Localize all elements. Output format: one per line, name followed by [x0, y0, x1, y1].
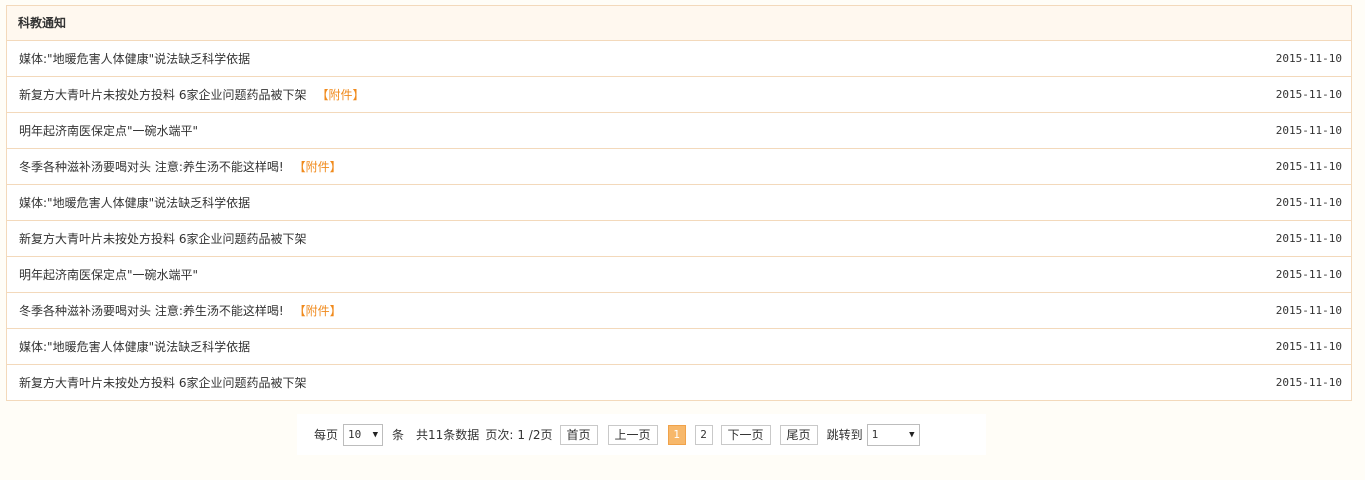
notice-date: 2015-11-10: [1275, 340, 1342, 353]
jump-page-value: 1: [871, 428, 879, 441]
notice-title-link[interactable]: 媒体:"地暖危害人体健康"说法缺乏科学依据: [19, 196, 250, 210]
jump-page-select[interactable]: 1 ▼: [866, 423, 920, 446]
notice-title-link[interactable]: 新复方大青叶片未按处方投料 6家企业问题药品被下架: [19, 376, 306, 390]
per-page-label: 每页: [314, 428, 339, 442]
page-number-2[interactable]: 2: [694, 424, 713, 445]
page-number-1[interactable]: 1: [667, 424, 686, 445]
last-page-button[interactable]: 尾页: [779, 424, 818, 445]
notice-row[interactable]: 媒体:"地暖危害人体健康"说法缺乏科学依据 2015-11-10: [7, 185, 1351, 221]
notice-date: 2015-11-10: [1275, 160, 1342, 173]
notice-title-link[interactable]: 新复方大青叶片未按处方投料 6家企业问题药品被下架: [19, 232, 306, 246]
notice-row[interactable]: 媒体:"地暖危害人体健康"说法缺乏科学依据 2015-11-10: [7, 329, 1351, 365]
notice-row[interactable]: 新复方大青叶片未按处方投料 6家企业问题药品被下架 2015-11-10: [7, 365, 1351, 400]
notice-row[interactable]: 明年起济南医保定点"一碗水端平" 2015-11-10: [7, 257, 1351, 293]
notice-date: 2015-11-10: [1275, 232, 1342, 245]
notice-date: 2015-11-10: [1275, 124, 1342, 137]
notice-row[interactable]: 明年起济南医保定点"一碗水端平" 2015-11-10: [7, 113, 1351, 149]
page-info-label: 页次:: [485, 428, 514, 442]
notice-title-link[interactable]: 媒体:"地暖危害人体健康"说法缺乏科学依据: [19, 52, 250, 66]
page-info-value: 1 /2页: [517, 428, 553, 442]
first-page-button[interactable]: 首页: [559, 424, 598, 445]
notice-title-link[interactable]: 新复方大青叶片未按处方投料 6家企业问题药品被下架: [19, 88, 306, 102]
notice-title-link[interactable]: 媒体:"地暖危害人体健康"说法缺乏科学依据: [19, 340, 250, 354]
notice-row[interactable]: 新复方大青叶片未按处方投料 6家企业问题药品被下架 2015-11-10: [7, 221, 1351, 257]
next-page-button[interactable]: 下一页: [720, 424, 771, 445]
notice-date: 2015-11-10: [1275, 196, 1342, 209]
pagination-bar: 每页 10 ▼ 条 共11条数据 页次: 1 /2页 首页 上一页 1 2 下一…: [297, 414, 986, 455]
jump-to-label: 跳转到: [826, 428, 863, 442]
attachment-link[interactable]: 【附件】: [294, 160, 342, 174]
notice-row[interactable]: 新复方大青叶片未按处方投料 6家企业问题药品被下架 【附件】 2015-11-10: [7, 77, 1351, 113]
triangle-down-icon: ▼: [372, 429, 379, 440]
notice-title-link[interactable]: 明年起济南医保定点"一碗水端平": [19, 124, 198, 138]
notice-date: 2015-11-10: [1275, 304, 1342, 317]
notice-row[interactable]: 冬季各种滋补汤要喝对头 注意:养生汤不能这样喝! 【附件】 2015-11-10: [7, 293, 1351, 329]
triangle-down-icon: ▼: [909, 429, 915, 440]
per-page-value: 10: [348, 428, 362, 441]
attachment-link[interactable]: 【附件】: [316, 88, 364, 102]
per-page-select[interactable]: 10 ▼: [343, 423, 384, 446]
notice-title-link[interactable]: 冬季各种滋补汤要喝对头 注意:养生汤不能这样喝!: [19, 160, 284, 174]
notice-row[interactable]: 冬季各种滋补汤要喝对头 注意:养生汤不能这样喝! 【附件】 2015-11-10: [7, 149, 1351, 185]
notice-date: 2015-11-10: [1275, 376, 1342, 389]
notice-title-link[interactable]: 明年起济南医保定点"一碗水端平": [19, 268, 198, 282]
notice-date: 2015-11-10: [1275, 268, 1342, 281]
notice-title-link[interactable]: 冬季各种滋补汤要喝对头 注意:养生汤不能这样喝!: [19, 304, 284, 318]
notice-row[interactable]: 媒体:"地暖危害人体健康"说法缺乏科学依据 2015-11-10: [7, 41, 1351, 77]
panel-title: 科教通知: [7, 6, 1351, 41]
attachment-link[interactable]: 【附件】: [294, 304, 342, 318]
per-page-unit: 条: [392, 428, 405, 442]
notice-date: 2015-11-10: [1275, 88, 1342, 101]
notice-list: 媒体:"地暖危害人体健康"说法缺乏科学依据 2015-11-10 新复方大青叶片未按…: [7, 41, 1351, 400]
prev-page-button[interactable]: 上一页: [607, 424, 658, 445]
notice-panel: 科教通知 媒体:"地暖危害人体健康"说法缺乏科学依据 2015-11-10 新复方大…: [6, 5, 1352, 401]
total-count: 共11条数据: [416, 428, 480, 442]
notice-date: 2015-11-10: [1275, 52, 1342, 65]
